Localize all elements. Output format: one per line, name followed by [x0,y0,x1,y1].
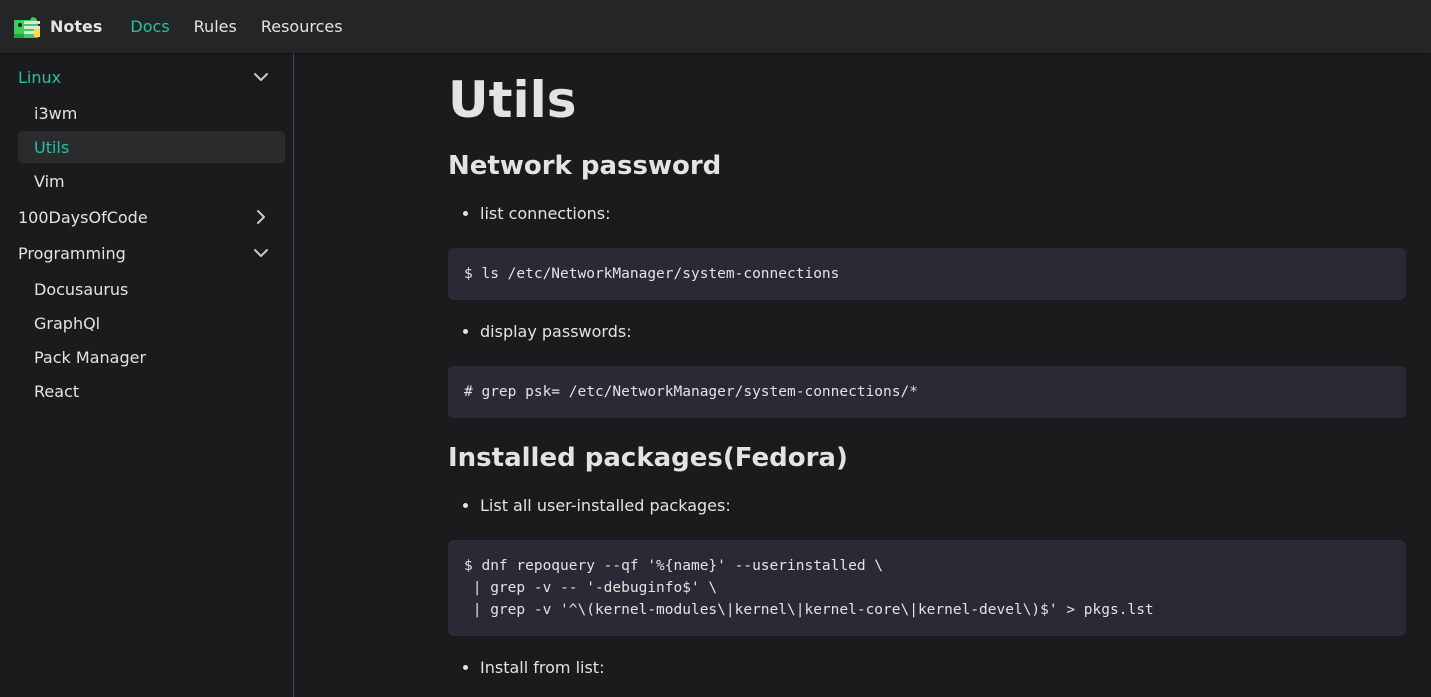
chevron-right-icon[interactable] [251,207,271,227]
sidebar-item-react[interactable]: React [18,375,285,407]
sidebar-item-vim[interactable]: Vim [18,165,285,197]
chevron-down-icon[interactable] [251,67,271,87]
chevron-down-icon[interactable] [251,243,271,263]
code-block[interactable]: $ dnf repoquery --qf '%{name}' --userins… [448,540,1406,636]
list-item: Install from list: [480,656,1406,680]
section-heading-installed-packages: Installed packages(Fedora) [448,443,848,473]
bullet-list: list connections: [448,202,1406,226]
list-item: List all user-installed packages: [480,494,1406,518]
sidebar-category-programming[interactable]: Programming [18,235,285,271]
sidebar-category-label: 100DaysOfCode [18,207,148,227]
doc-content: Utils Network password list connections:… [448,53,1406,680]
docs-sidebar: Linux i3wm Utils Vim 100DaysOfCode Progr… [0,53,294,697]
sidebar-category-label: Programming [18,243,126,263]
code-block[interactable]: # grep psk= /etc/NetworkManager/system-c… [448,366,1406,418]
list-item: list connections: [480,202,1406,226]
bullet-list: display passwords: [448,320,1406,344]
sidebar-item-pack-manager[interactable]: Pack Manager [18,341,285,373]
sidebar-category-label: Linux [18,67,62,87]
nav-link-rules[interactable]: Rules [194,17,237,36]
brand-link[interactable]: Notes [10,0,102,53]
section-heading-network-password: Network password [448,151,722,181]
sidebar-item-i3wm[interactable]: i3wm [18,97,285,129]
sidebar-category-100daysofcode[interactable]: 100DaysOfCode [18,199,285,235]
brand-title: Notes [50,17,103,36]
dinosaur-logo-icon [14,16,40,38]
sidebar-item-graphql[interactable]: GraphQl [18,307,285,339]
code-block[interactable]: $ ls /etc/NetworkManager/system-connecti… [448,248,1406,300]
sidebar-category-linux[interactable]: Linux [18,59,285,95]
sidebar-item-docusaurus[interactable]: Docusaurus [18,273,285,305]
nav-link-docs[interactable]: Docs [130,17,169,36]
nav-link-resources[interactable]: Resources [261,17,343,36]
bullet-list: Install from list: [448,656,1406,680]
navbar: Notes Docs Rules Resources [0,0,1431,53]
page-title: Utils [448,71,577,129]
list-item: display passwords: [480,320,1406,344]
bullet-list: List all user-installed packages: [448,494,1406,518]
sidebar-item-utils[interactable]: Utils [18,131,285,163]
